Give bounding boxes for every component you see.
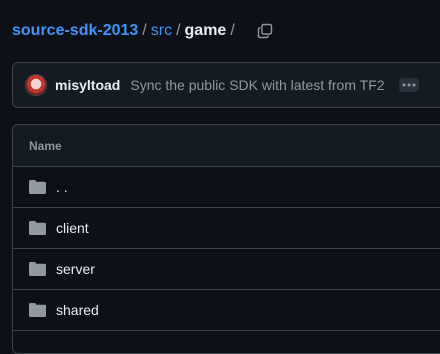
copy-icon	[257, 23, 272, 39]
folder-icon	[29, 303, 46, 317]
file-row-client[interactable]: client	[13, 208, 440, 249]
expand-commit-button[interactable]	[398, 78, 419, 92]
latest-commit-bar: misyltoad Sync the public SDK with lates…	[12, 62, 440, 108]
file-row-parent[interactable]: . .	[13, 167, 440, 208]
file-table: Name . . client server shared	[12, 124, 440, 354]
breadcrumb: source-sdk-2013 / src / game /	[12, 18, 277, 44]
name-column-header: Name	[29, 138, 62, 153]
copy-path-button[interactable]	[253, 19, 277, 43]
file-name[interactable]: server	[56, 261, 95, 277]
file-name[interactable]: . .	[56, 179, 68, 195]
commit-author[interactable]: misyltoad	[55, 77, 120, 93]
breadcrumb-separator: /	[142, 22, 147, 39]
breadcrumb-separator: /	[176, 22, 181, 39]
file-row-server[interactable]: server	[13, 249, 440, 290]
file-row-shared[interactable]: shared	[13, 290, 440, 331]
folder-icon	[29, 180, 46, 194]
folder-icon	[29, 221, 46, 235]
file-name[interactable]: client	[56, 220, 89, 236]
breadcrumb-src-link[interactable]: src	[151, 22, 172, 40]
folder-icon	[29, 262, 46, 276]
ellipsis-icon	[402, 83, 416, 87]
breadcrumb-separator: /	[230, 22, 235, 39]
breadcrumb-current: game	[184, 22, 227, 39]
commit-message[interactable]: Sync the public SDK with latest from TF2	[130, 77, 384, 93]
avatar[interactable]	[25, 74, 47, 96]
breadcrumb-repo-link[interactable]: source-sdk-2013	[12, 22, 138, 40]
file-name[interactable]: shared	[56, 302, 99, 318]
file-table-header: Name	[13, 125, 440, 167]
